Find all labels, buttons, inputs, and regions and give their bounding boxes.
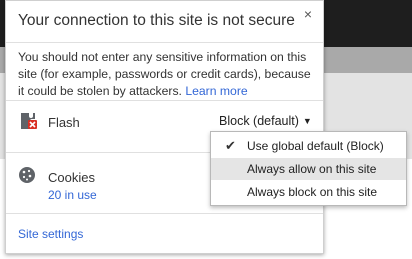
site-info-popup: Your connection to this site is not secu…	[5, 0, 324, 254]
flash-label: Flash	[48, 115, 80, 130]
popup-title: Your connection to this site is not secu…	[18, 12, 295, 29]
menu-item-label: Always block on this site	[247, 185, 378, 199]
learn-more-link[interactable]: Learn more	[185, 84, 247, 98]
site-settings-link[interactable]: Site settings	[18, 227, 83, 241]
menu-item-always-block[interactable]: Always block on this site	[211, 181, 406, 203]
menu-item-label: Use global default (Block)	[247, 139, 384, 153]
menu-item-label: Always allow on this site	[247, 162, 377, 176]
menu-item-use-global-default[interactable]: ✔ Use global default (Block)	[211, 135, 406, 157]
divider	[6, 42, 323, 43]
divider	[6, 100, 323, 101]
security-warning: You should not enter any sensitive infor…	[18, 49, 316, 100]
cookies-label: Cookies	[48, 170, 95, 185]
chevron-down-icon: ▼	[302, 115, 312, 126]
checkmark-icon: ✔	[225, 138, 236, 153]
flash-permission-menu: ✔ Use global default (Block) Always allo…	[210, 131, 407, 206]
divider	[6, 213, 323, 214]
flash-select-value: Block (default)	[219, 113, 299, 128]
cookie-icon	[19, 167, 35, 183]
close-icon[interactable]: ×	[301, 7, 315, 21]
warning-text: You should not enter any sensitive infor…	[18, 50, 311, 98]
flash-permission-select[interactable]: Block (default) ▼	[219, 111, 312, 130]
flash-plugin-blocked-icon	[21, 113, 37, 129]
cookies-in-use-link[interactable]: 20 in use	[48, 188, 97, 202]
menu-item-always-allow[interactable]: Always allow on this site	[211, 158, 406, 180]
